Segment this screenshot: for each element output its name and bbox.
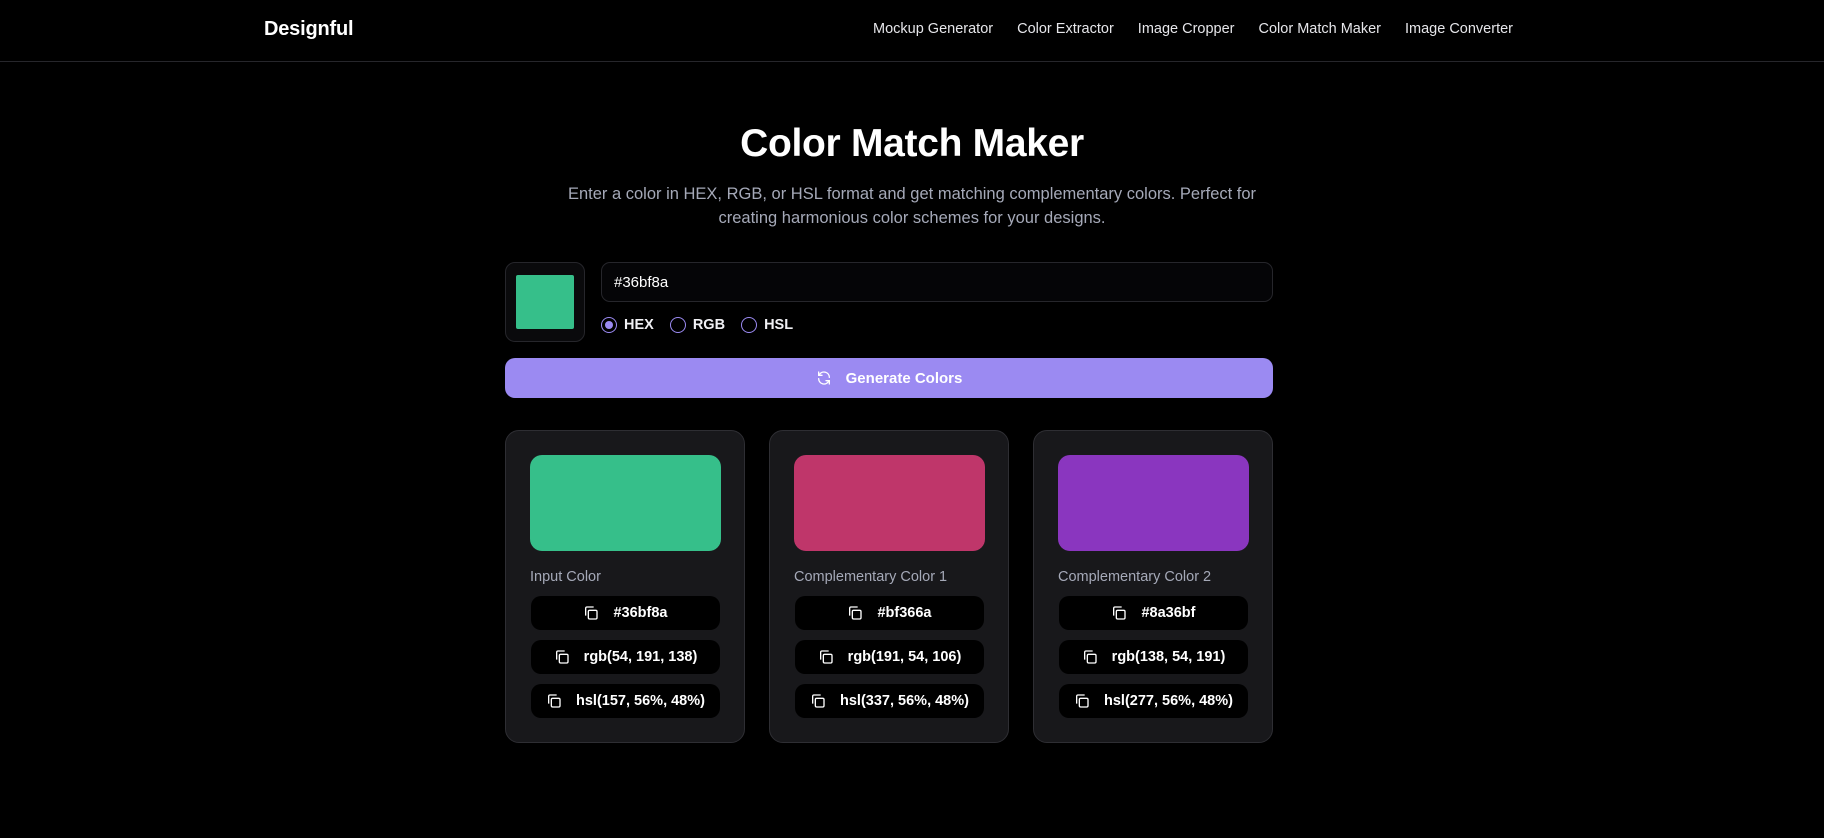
color-swatch-large	[530, 455, 721, 551]
copy-rgb-button[interactable]: rgb(54, 191, 138)	[531, 640, 720, 674]
brand-logo[interactable]: Designful	[264, 18, 354, 41]
page-subtitle: Enter a color in HEX, RGB, or HSL format…	[567, 185, 1257, 227]
radio-rgb[interactable]	[669, 317, 686, 333]
nav-color-extractor[interactable]: Color Extractor	[1017, 21, 1114, 37]
copy-hsl-button[interactable]: hsl(277, 56%, 48%)	[1059, 684, 1248, 718]
color-card-complementary-1: Complementary Color 1 #bf366a rgb(191, 5…	[769, 430, 1009, 743]
copy-icon	[1076, 694, 1089, 708]
copy-hex-button[interactable]: #bf366a	[795, 596, 984, 630]
copy-icon	[548, 694, 561, 708]
hex-value: #bf366a	[877, 605, 932, 621]
nav-image-converter[interactable]: Image Converter	[1405, 21, 1513, 37]
page-title: Color Match Maker	[740, 122, 1084, 165]
copy-hex-button[interactable]: #8a36bf	[1059, 596, 1248, 630]
copy-rgb-button[interactable]: rgb(138, 54, 191)	[1059, 640, 1248, 674]
refresh-icon	[817, 371, 830, 385]
copy-icon	[819, 650, 833, 664]
color-swatch-large	[1058, 455, 1249, 551]
copy-hsl-button[interactable]: hsl(157, 56%, 48%)	[531, 684, 720, 718]
generate-colors-label: Generate Colors	[845, 369, 963, 387]
color-card-name: Complementary Color 2	[1058, 569, 1212, 585]
copy-icon	[585, 606, 599, 620]
color-input[interactable]	[601, 262, 1273, 302]
hex-value: #36bf8a	[613, 605, 668, 621]
copy-icon	[812, 694, 825, 708]
format-radio-group: HEX RGB HSL	[601, 317, 793, 333]
hsl-value: hsl(157, 56%, 48%)	[576, 693, 705, 709]
rgb-value: rgb(54, 191, 138)	[583, 649, 698, 665]
nav-mockup-generator[interactable]: Mockup Generator	[873, 21, 993, 37]
top-navigation-bar: Designful Mockup Generator Color Extract…	[0, 0, 1824, 62]
nav-color-match-maker[interactable]: Color Match Maker	[1259, 21, 1381, 37]
copy-hex-button[interactable]: #36bf8a	[531, 596, 720, 630]
color-preview-box[interactable]	[505, 262, 585, 342]
color-card-name: Complementary Color 1	[794, 569, 948, 585]
rgb-value: rgb(138, 54, 191)	[1111, 649, 1226, 665]
format-label-hsl: HSL	[764, 317, 794, 333]
format-label-hex: HEX	[624, 317, 654, 333]
hsl-value: hsl(337, 56%, 48%)	[840, 693, 969, 709]
generate-colors-button[interactable]: Generate Colors	[505, 358, 1273, 398]
color-swatch-large	[794, 455, 985, 551]
color-card-complementary-2: Complementary Color 2 #8a36bf rgb(138, 5…	[1033, 430, 1273, 743]
format-option-hsl[interactable]: HSL	[741, 317, 793, 333]
format-option-rgb[interactable]: RGB	[669, 317, 726, 333]
hsl-value: hsl(277, 56%, 48%)	[1104, 693, 1233, 709]
copy-hsl-button[interactable]: hsl(337, 56%, 48%)	[795, 684, 984, 718]
copy-icon	[849, 606, 863, 620]
copy-icon	[1113, 606, 1127, 620]
color-preview-swatch	[516, 275, 574, 329]
color-card-input: Input Color #36bf8a rgb(54, 191, 138) hs…	[505, 430, 745, 743]
copy-icon	[1083, 650, 1097, 664]
main-nav: Mockup Generator Color Extractor Image C…	[873, 21, 1513, 37]
hex-value: #8a36bf	[1141, 605, 1196, 621]
format-option-hex[interactable]: HEX	[601, 317, 654, 333]
color-card-name: Input Color	[530, 569, 601, 585]
radio-hex[interactable]	[601, 317, 617, 333]
nav-image-cropper[interactable]: Image Cropper	[1138, 21, 1235, 37]
rgb-value: rgb(191, 54, 106)	[847, 649, 962, 665]
format-label-rgb: RGB	[692, 317, 726, 333]
radio-hsl[interactable]	[741, 317, 758, 333]
copy-icon	[555, 650, 569, 664]
copy-rgb-button[interactable]: rgb(191, 54, 106)	[795, 640, 984, 674]
